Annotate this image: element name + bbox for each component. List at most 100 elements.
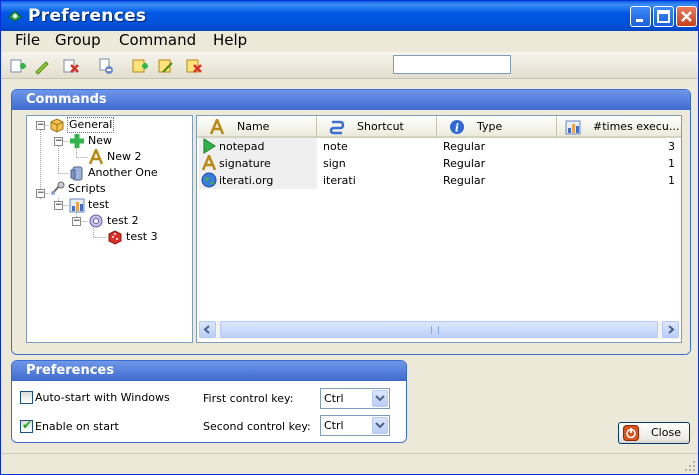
close-button[interactable]: Close xyxy=(618,422,690,444)
second-key-value: Ctrl xyxy=(324,419,344,432)
tree-node-test-2[interactable]: test 2 xyxy=(88,213,140,229)
table-row[interactable]: signature sign Regular 1 xyxy=(197,155,681,172)
tree-collapse-scripts[interactable]: − xyxy=(36,189,45,198)
preferences-group: Preferences Auto-start with Windows ✔ En… xyxy=(11,360,407,443)
table-row[interactable]: notepad note Regular 3 xyxy=(197,138,681,155)
name-cell: signature xyxy=(199,155,317,172)
maximize-button[interactable] xyxy=(653,6,674,27)
chart-icon xyxy=(69,198,85,213)
shortcut-cell: iterati xyxy=(323,174,356,187)
import-icon[interactable] xyxy=(97,57,115,75)
delete-group-icon[interactable] xyxy=(62,57,80,75)
box-icon xyxy=(50,118,64,133)
shortcut-icon xyxy=(329,120,345,135)
minimize-button[interactable] xyxy=(630,6,651,27)
tree-node-general[interactable]: General xyxy=(49,117,115,133)
menu-help[interactable]: Help xyxy=(209,31,251,50)
tree-collapse-general[interactable]: − xyxy=(36,121,45,130)
plus-icon xyxy=(70,134,84,148)
tree-collapse-test[interactable]: − xyxy=(54,201,63,210)
edit-command-icon[interactable] xyxy=(157,57,175,75)
column-header-shortcut[interactable]: Shortcut xyxy=(317,116,437,138)
column-label-type: Type xyxy=(477,120,503,133)
edit-group-icon[interactable] xyxy=(33,57,51,75)
tree-label-new-2: New 2 xyxy=(107,150,142,163)
second-key-dropdown-button[interactable] xyxy=(372,417,388,434)
tree-node-another-one[interactable]: Another One xyxy=(69,165,159,181)
column-header-name[interactable]: Name xyxy=(197,116,317,138)
menu-bar: File Group Command Help xyxy=(1,31,698,50)
add-group-icon[interactable] xyxy=(9,57,27,75)
menu-group[interactable]: Group xyxy=(51,31,105,50)
autostart-label[interactable]: Auto-start with Windows xyxy=(35,391,170,405)
close-button-label: Close xyxy=(651,426,681,439)
title-bar[interactable]: Preferences xyxy=(1,1,698,31)
name-cell: iterati.org xyxy=(199,172,317,189)
tree-collapse-test-2[interactable]: − xyxy=(72,217,81,226)
commands-group: Commands − General − New New 2 Another O… xyxy=(11,89,691,355)
text-icon xyxy=(201,155,217,171)
column-header-times[interactable]: #times execu... xyxy=(557,116,681,138)
name-text: iterati.org xyxy=(219,174,274,187)
type-cell: Regular xyxy=(443,157,486,170)
first-key-dropdown-button[interactable] xyxy=(372,390,388,407)
close-icon xyxy=(681,11,692,22)
column-label-times: #times execu... xyxy=(593,120,680,133)
times-cell: 3 xyxy=(668,140,675,153)
scroll-left-button[interactable] xyxy=(199,321,216,338)
close-window-button[interactable] xyxy=(676,6,697,27)
add-command-icon[interactable] xyxy=(131,57,149,75)
scroll-grip xyxy=(431,326,439,334)
search-input[interactable] xyxy=(393,55,511,74)
autostart-checkbox[interactable] xyxy=(20,391,33,404)
delete-command-icon[interactable] xyxy=(185,57,203,75)
app-icon xyxy=(8,10,22,22)
minimize-icon xyxy=(636,19,643,22)
column-label-shortcut: Shortcut xyxy=(357,120,404,133)
group-tree[interactable]: − General − New New 2 Another One − Scri… xyxy=(26,115,193,343)
tree-node-new[interactable]: New xyxy=(69,133,113,149)
menu-file[interactable]: File xyxy=(11,31,44,50)
enable-on-start-label[interactable]: Enable on start xyxy=(35,420,119,434)
times-cell: 1 xyxy=(668,157,675,170)
scroll-right-button[interactable] xyxy=(662,321,679,338)
maximize-icon xyxy=(657,10,670,23)
window-title: Preferences xyxy=(28,6,147,26)
table-row[interactable]: iterati.org iterati Regular 1 xyxy=(197,172,681,189)
horizontal-scrollbar[interactable] xyxy=(199,321,679,339)
commands-group-body: − General − New New 2 Another One − Scri… xyxy=(12,110,690,354)
enable-on-start-checkbox[interactable]: ✔ xyxy=(20,418,33,433)
name-cell: notepad xyxy=(199,138,317,155)
preferences-group-title: Preferences xyxy=(12,361,406,381)
scroll-thumb[interactable] xyxy=(220,321,658,338)
commands-group-title: Commands xyxy=(12,90,690,110)
resize-grip-icon[interactable] xyxy=(684,460,696,472)
second-key-select[interactable]: Ctrl xyxy=(320,415,390,436)
type-cell: Regular xyxy=(443,140,486,153)
tree-node-test[interactable]: test xyxy=(69,197,110,213)
tree-node-scripts[interactable]: Scripts xyxy=(49,181,107,197)
chart-icon xyxy=(565,120,581,135)
list-header: Name Shortcut i Type #times execu... xyxy=(197,116,681,138)
text-icon xyxy=(209,119,225,135)
check-icon: ✔ xyxy=(22,418,33,432)
text-icon xyxy=(88,149,104,165)
tree-node-new-2[interactable]: New 2 xyxy=(88,149,143,165)
name-text: notepad xyxy=(219,140,265,153)
svg-text:i: i xyxy=(455,122,459,135)
tree-node-test-3[interactable]: test 3 xyxy=(107,229,159,245)
second-key-label: Second control key: xyxy=(203,420,311,433)
type-cell: Regular xyxy=(443,174,486,187)
tree-collapse-new[interactable]: − xyxy=(54,137,63,146)
cylinder-icon xyxy=(70,166,83,181)
menu-command[interactable]: Command xyxy=(115,31,200,50)
shortcut-cell: sign xyxy=(323,157,346,170)
tree-label-test: test xyxy=(88,198,110,211)
command-list[interactable]: Name Shortcut i Type #times execu... not… xyxy=(196,115,682,343)
column-header-type[interactable]: i Type xyxy=(437,116,557,138)
gear-icon xyxy=(89,214,103,228)
chevron-down-icon xyxy=(375,422,385,429)
first-key-select[interactable]: Ctrl xyxy=(320,388,390,409)
chevron-right-icon xyxy=(668,325,675,334)
info-icon: i xyxy=(450,120,464,135)
